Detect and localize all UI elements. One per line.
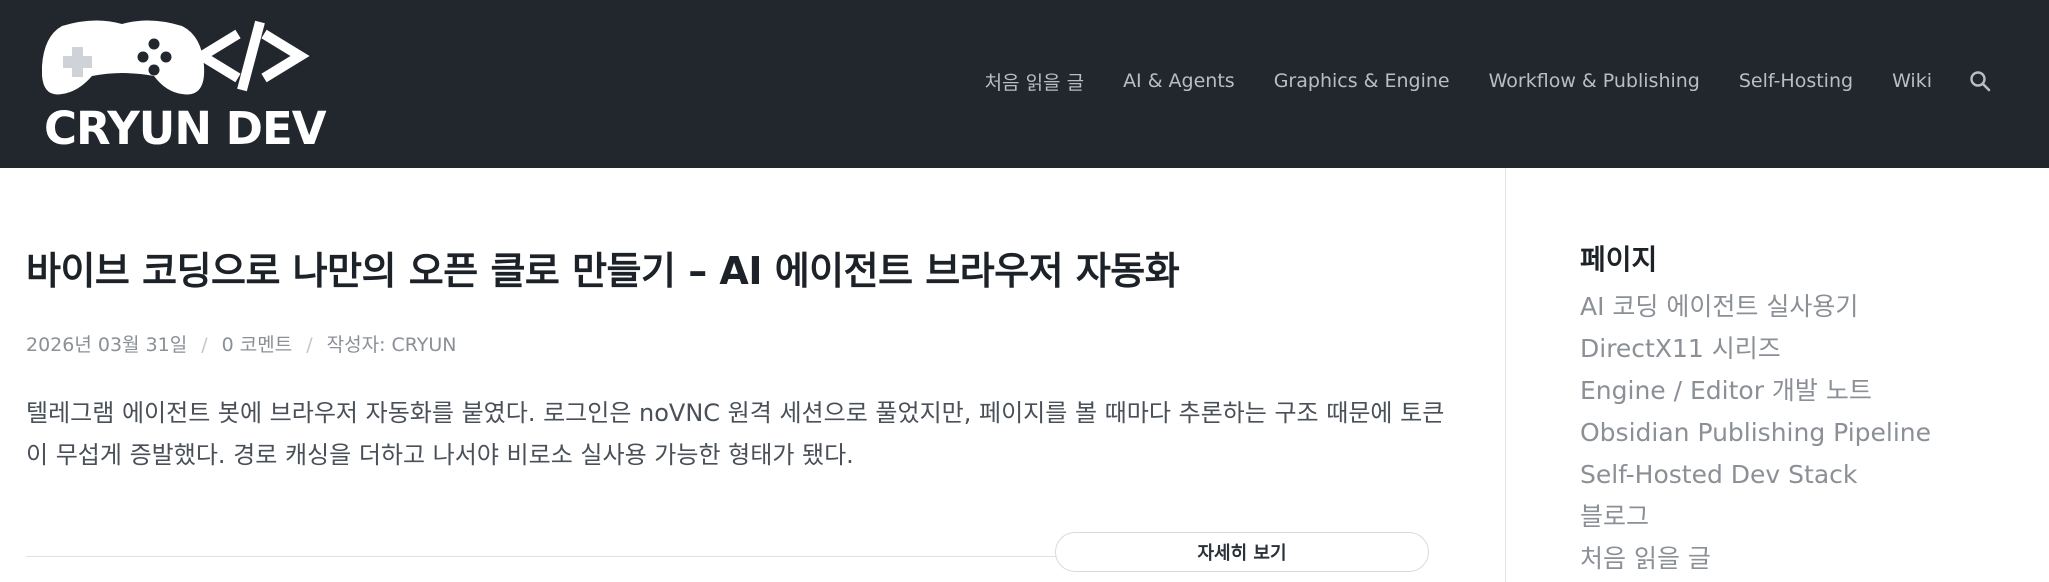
nav-item-wiki[interactable]: Wiki [1892,70,1932,92]
sidebar: 페이지 AI 코딩 에이전트 실사용기 DirectX11 시리즈 Engine… [1580,238,1931,580]
post-meta: 2026년 03월 31일 / 0 코멘트 / 작성자: CRYUN [26,330,457,357]
sidebar-item-self-hosted-stack[interactable]: Self-Hosted Dev Stack [1580,454,1931,496]
sidebar-page-list: AI 코딩 에이전트 실사용기 DirectX11 시리즈 Engine / E… [1580,286,1931,580]
read-more-button[interactable]: 자세히 보기 [1055,532,1429,572]
nav-item-ai-agents[interactable]: AI & Agents [1123,70,1235,92]
meta-separator: / [201,334,208,356]
sidebar-item-engine-editor-notes[interactable]: Engine / Editor 개발 노트 [1580,370,1931,412]
gamepad-code-icon [42,20,310,95]
main-nav: 처음 읽을 글 AI & Agents Graphics & Engine Wo… [985,68,1991,94]
nav-item-start-here[interactable]: 처음 읽을 글 [985,68,1084,95]
post-comments-count[interactable]: 0 코멘트 [222,334,293,356]
sidebar-item-obsidian-publishing[interactable]: Obsidian Publishing Pipeline [1580,412,1931,454]
site-logo[interactable]: CRYUN DEV [42,14,327,154]
nav-item-graphics-engine[interactable]: Graphics & Engine [1274,70,1450,92]
nav-item-workflow-publishing[interactable]: Workflow & Publishing [1489,70,1700,92]
post-divider [26,556,1056,557]
sidebar-item-start-here[interactable]: 처음 읽을 글 [1580,538,1931,580]
post-excerpt: 텔레그램 에이전트 봇에 브라우저 자동화를 붙였다. 로그인은 noVNC 원… [26,399,1445,469]
logo-text: CRYUN DEV [44,102,327,155]
nav-item-self-hosting[interactable]: Self-Hosting [1739,70,1853,92]
read-more-label: 자세히 보기 [1197,543,1287,564]
search-icon[interactable] [1969,70,1991,92]
site-header: CRYUN DEV 처음 읽을 글 AI & Agents Graphics &… [0,0,2049,168]
post-date[interactable]: 2026년 03월 31일 [26,334,187,356]
sidebar-item-ai-coding-agent[interactable]: AI 코딩 에이전트 실사용기 [1580,286,1931,328]
post-author[interactable]: 작성자: CRYUN [327,334,457,356]
meta-separator: / [306,334,313,356]
sidebar-item-blog[interactable]: 블로그 [1580,496,1931,538]
sidebar-divider [1505,168,1506,582]
sidebar-item-directx11-series[interactable]: DirectX11 시리즈 [1580,328,1931,370]
post-title[interactable]: 바이브 코딩으로 나만의 오픈 클로 만들기 – AI 에이전트 브라우저 자동… [26,240,1180,295]
sidebar-title: 페이지 [1580,243,1658,276]
